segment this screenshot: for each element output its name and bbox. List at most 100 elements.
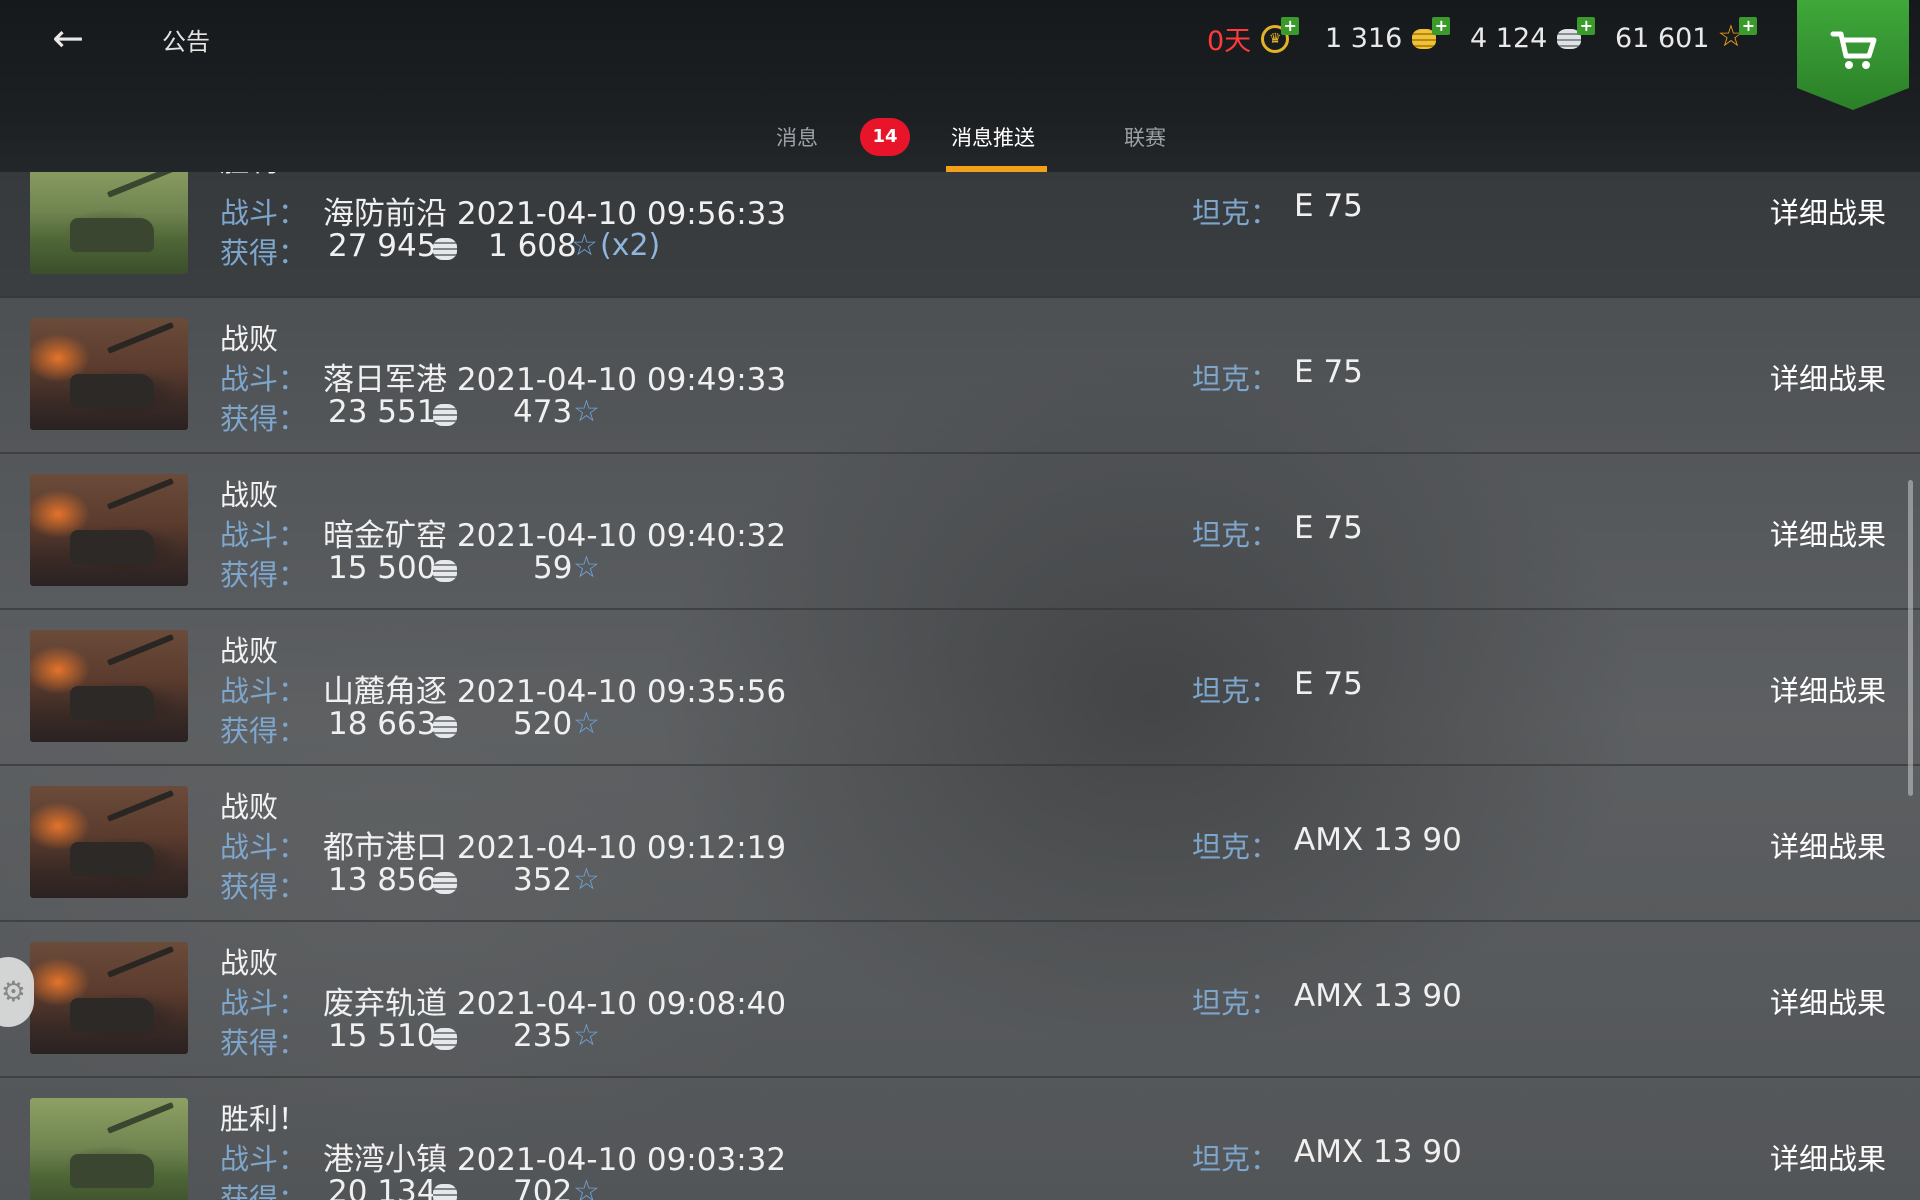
battle-label: 战斗：	[220, 830, 308, 864]
silver-coin-icon	[433, 1184, 457, 1200]
tank-label: 坦克：	[1192, 196, 1280, 230]
free-xp-balance[interactable]: 61 601 ☆ +	[1615, 17, 1758, 56]
tank-label: 坦克：	[1192, 986, 1280, 1020]
credits-earned: 13 856	[328, 862, 437, 898]
battle-result: 战败	[220, 478, 279, 512]
battle-label: 战斗：	[220, 986, 308, 1020]
list-item[interactable]: 战败 战斗： 暗金矿窑 2021-04-10 09:40:32 获得： 15 5…	[0, 452, 1920, 610]
tab-league[interactable]: 联赛	[1124, 122, 1166, 152]
detail-results-button[interactable]: 详细战果	[1770, 190, 1886, 232]
earned-label: 获得：	[220, 558, 308, 592]
xp-earned: 59	[533, 550, 573, 586]
credits-earned: 15 500	[328, 550, 437, 586]
battle-map-time: 港湾小镇 2021-04-10 09:03:32	[323, 1142, 787, 1178]
battle-label: 战斗：	[220, 518, 308, 552]
list-scrollbar[interactable]	[1908, 480, 1913, 796]
defeat-thumbnail	[30, 786, 188, 898]
battle-map-time: 废弃轨道 2021-04-10 09:08:40	[323, 986, 787, 1022]
battle-result: 胜利！	[220, 172, 307, 180]
detail-results-button[interactable]: 详细战果	[1770, 1136, 1886, 1178]
xp-multiplier: (x2)	[600, 228, 661, 263]
battle-map-time: 暗金矿窑 2021-04-10 09:40:32	[323, 518, 787, 554]
battle-map-time: 都市港口 2021-04-10 09:12:19	[323, 830, 787, 866]
list-item[interactable]: 战败 战斗： 废弃轨道 2021-04-10 09:08:40 获得： 15 5…	[0, 920, 1920, 1078]
free-xp-star-icon: ☆ +	[1717, 17, 1758, 53]
tab-messages[interactable]: 消息	[776, 122, 818, 152]
tab-push-messages[interactable]: 消息推送	[951, 122, 1035, 152]
battle-result: 胜利！	[220, 1102, 308, 1136]
detail-results-button[interactable]: 详细战果	[1770, 668, 1886, 710]
silver-balance[interactable]: 4 124 +	[1470, 17, 1596, 56]
earned-label: 获得：	[220, 870, 308, 904]
tab-bar: 消息 14 消息推送 联赛	[0, 110, 1920, 172]
tank-name: AMX 13 90	[1294, 978, 1462, 1014]
xp-star-icon: ☆	[571, 228, 598, 263]
tank-label: 坦克：	[1192, 362, 1280, 396]
battle-result: 战败	[220, 946, 279, 980]
shop-button[interactable]	[1797, 0, 1909, 110]
tank-name: AMX 13 90	[1294, 822, 1462, 858]
gold-balance[interactable]: 1 316 +	[1325, 17, 1451, 56]
tank-label: 坦克：	[1192, 830, 1280, 864]
add-gold-icon[interactable]: +	[1432, 17, 1451, 35]
credits-earned: 23 551	[328, 394, 437, 430]
silver-value: 4 124	[1470, 22, 1548, 54]
xp-star-icon: ☆	[573, 1174, 600, 1200]
premium-days-value: 0天	[1207, 25, 1252, 57]
shopping-cart-icon	[1830, 31, 1877, 69]
earned-label: 获得：	[220, 1026, 308, 1060]
silver-coin-icon	[433, 872, 457, 894]
earned-label: 获得：	[220, 236, 308, 270]
list-item[interactable]: 战败 战斗： 都市港口 2021-04-10 09:12:19 获得： 13 8…	[0, 764, 1920, 922]
defeat-thumbnail	[30, 630, 188, 742]
xp-star-icon: ☆	[573, 706, 600, 741]
detail-results-button[interactable]: 详细战果	[1770, 824, 1886, 866]
battle-map-time: 海防前沿 2021-04-10 09:56:33	[323, 196, 787, 232]
add-xp-icon[interactable]: +	[1739, 17, 1758, 35]
xp-earned: 702	[513, 1174, 573, 1200]
list-item[interactable]: 胜利！ 战斗： 海防前沿 2021-04-10 09:56:33 获得： 27 …	[0, 172, 1920, 298]
xp-star-icon: ☆	[573, 550, 600, 585]
xp-earned: 1 608	[488, 228, 577, 264]
battle-result: 战败	[220, 322, 279, 356]
victory-thumbnail	[30, 1098, 188, 1200]
add-premium-icon[interactable]: +	[1281, 17, 1300, 35]
tank-label: 坦克：	[1192, 674, 1280, 708]
battle-result: 战败	[220, 790, 279, 824]
silver-coin-icon	[433, 404, 457, 426]
credits-earned: 18 663	[328, 706, 437, 742]
tank-name: E 75	[1294, 188, 1363, 224]
list-item[interactable]: 胜利！ 战斗： 港湾小镇 2021-04-10 09:03:32 获得： 20 …	[0, 1076, 1920, 1200]
unread-badge: 14	[860, 118, 910, 156]
active-tab-indicator	[946, 166, 1047, 172]
earned-label: 获得：	[220, 1182, 308, 1200]
earned-label: 获得：	[220, 714, 308, 748]
detail-results-button[interactable]: 详细战果	[1770, 512, 1886, 554]
list-item[interactable]: 战败 战斗： 山麓角逐 2021-04-10 09:35:56 获得： 18 6…	[0, 608, 1920, 766]
arrow-left-icon: ←	[52, 16, 84, 60]
credits-earned: 15 510	[328, 1018, 437, 1054]
back-button[interactable]: ←	[44, 18, 92, 58]
defeat-thumbnail	[30, 474, 188, 586]
battle-label: 战斗：	[220, 362, 308, 396]
tank-name: E 75	[1294, 666, 1363, 702]
detail-results-button[interactable]: 详细战果	[1770, 356, 1886, 398]
victory-thumbnail	[30, 172, 188, 274]
xp-earned: 235	[513, 1018, 573, 1054]
tank-name: E 75	[1294, 510, 1363, 546]
defeat-thumbnail	[30, 942, 188, 1054]
silver-icon: +	[1555, 17, 1596, 53]
tank-name: E 75	[1294, 354, 1363, 390]
credits-earned: 27 945	[328, 228, 437, 264]
tank-name: AMX 13 90	[1294, 1134, 1462, 1170]
silver-coin-icon	[433, 238, 457, 260]
tank-label: 坦克：	[1192, 518, 1280, 552]
battle-label: 战斗：	[220, 674, 308, 708]
add-silver-icon[interactable]: +	[1577, 17, 1596, 35]
list-item[interactable]: 战败 战斗： 落日军港 2021-04-10 09:49:33 获得： 23 5…	[0, 296, 1920, 454]
premium-days[interactable]: 0天 ♛ +	[1207, 17, 1300, 57]
xp-star-icon: ☆	[573, 394, 600, 429]
battle-report-list[interactable]: 胜利！ 战斗： 海防前沿 2021-04-10 09:56:33 获得： 27 …	[0, 172, 1920, 1200]
detail-results-button[interactable]: 详细战果	[1770, 980, 1886, 1022]
battle-result: 战败	[220, 634, 279, 668]
